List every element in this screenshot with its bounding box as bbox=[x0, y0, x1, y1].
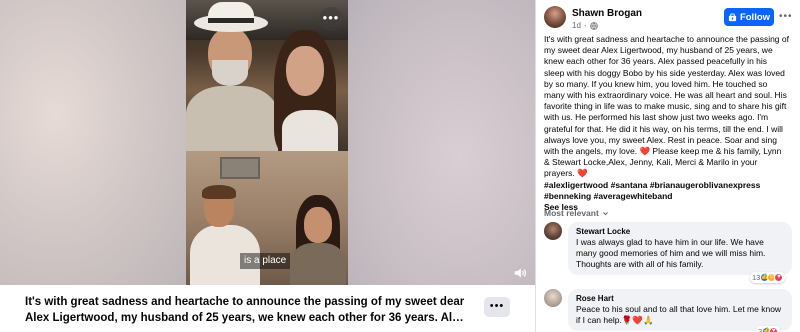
blurred-background-right bbox=[348, 0, 535, 285]
love-reaction-icon: ♥ bbox=[769, 327, 779, 332]
comment-reactions[interactable]: 3 👍 ♥ bbox=[756, 326, 781, 332]
meta-separator: · bbox=[583, 21, 587, 30]
post-hashtags[interactable]: #alexligertwood #santana #brianaugerobli… bbox=[544, 180, 789, 202]
heart-emoji-2: ❤️ bbox=[577, 168, 588, 179]
comment-bubble: Rose Hart Peace to his soul and to all t… bbox=[568, 289, 792, 331]
caption-options-button[interactable]: ••• bbox=[484, 297, 510, 317]
post-meta: 1d · bbox=[572, 21, 598, 30]
author-avatar[interactable] bbox=[544, 6, 566, 28]
heart-emoji-1: ❤️ bbox=[639, 146, 651, 157]
post-body: It's with great sadness and heartache to… bbox=[544, 34, 789, 213]
comment-text: Peace to his soul and to all that love h… bbox=[576, 304, 784, 326]
commenter-avatar[interactable] bbox=[544, 222, 562, 240]
globe-icon bbox=[589, 21, 598, 30]
comment-sort-label: Most relevant bbox=[544, 208, 599, 218]
commenter-avatar[interactable] bbox=[544, 289, 562, 307]
comment-bubble: Stewart Locke I was always glad to have … bbox=[568, 222, 792, 275]
chevron-down-icon bbox=[602, 211, 608, 215]
commenter-name[interactable]: Rose Hart bbox=[576, 293, 784, 304]
comment-emoji: 🌹❤️🙏 bbox=[621, 315, 654, 325]
video-player[interactable] bbox=[186, 0, 348, 285]
speaker-icon[interactable] bbox=[513, 266, 527, 280]
post-options-button[interactable]: ••• bbox=[779, 11, 793, 22]
post-text: It's with great sadness and heartache to… bbox=[544, 34, 789, 157]
post-time[interactable]: 1d bbox=[572, 21, 581, 30]
video-subtitle: is a place bbox=[240, 253, 291, 269]
blurred-background-left bbox=[0, 0, 186, 285]
follow-button[interactable]: Follow bbox=[724, 8, 774, 26]
author-name[interactable]: Shawn Brogan bbox=[572, 8, 642, 19]
comment-text-body: Peace to his soul and to all that love h… bbox=[576, 304, 782, 325]
comment-sort-dropdown[interactable]: Most relevant bbox=[544, 208, 609, 218]
comment-text: I was always glad to have him in our lif… bbox=[576, 237, 766, 269]
media-options-button[interactable]: ••• bbox=[319, 7, 343, 31]
follow-icon bbox=[728, 12, 737, 21]
post-caption-preview: It's with great sadness and heartache to… bbox=[25, 296, 465, 324]
love-reaction-icon: ♥ bbox=[774, 273, 784, 282]
caption-bar: It's with great sadness and heartache to… bbox=[0, 285, 535, 332]
post-side-panel: Shawn Brogan 1d · Follow ••• It's with g… bbox=[536, 0, 800, 332]
follow-label: Follow bbox=[739, 11, 771, 23]
comment-item: Stewart Locke I was always glad to have … bbox=[544, 222, 792, 275]
media-viewer: ••• is a place bbox=[0, 0, 535, 285]
commenter-name[interactable]: Stewart Locke bbox=[576, 226, 784, 237]
comment-reactions[interactable]: 13 👍 ☺ ♥ bbox=[750, 272, 786, 283]
comment-item: Rose Hart Peace to his soul and to all t… bbox=[544, 289, 792, 331]
reaction-count: 13 bbox=[752, 273, 761, 282]
